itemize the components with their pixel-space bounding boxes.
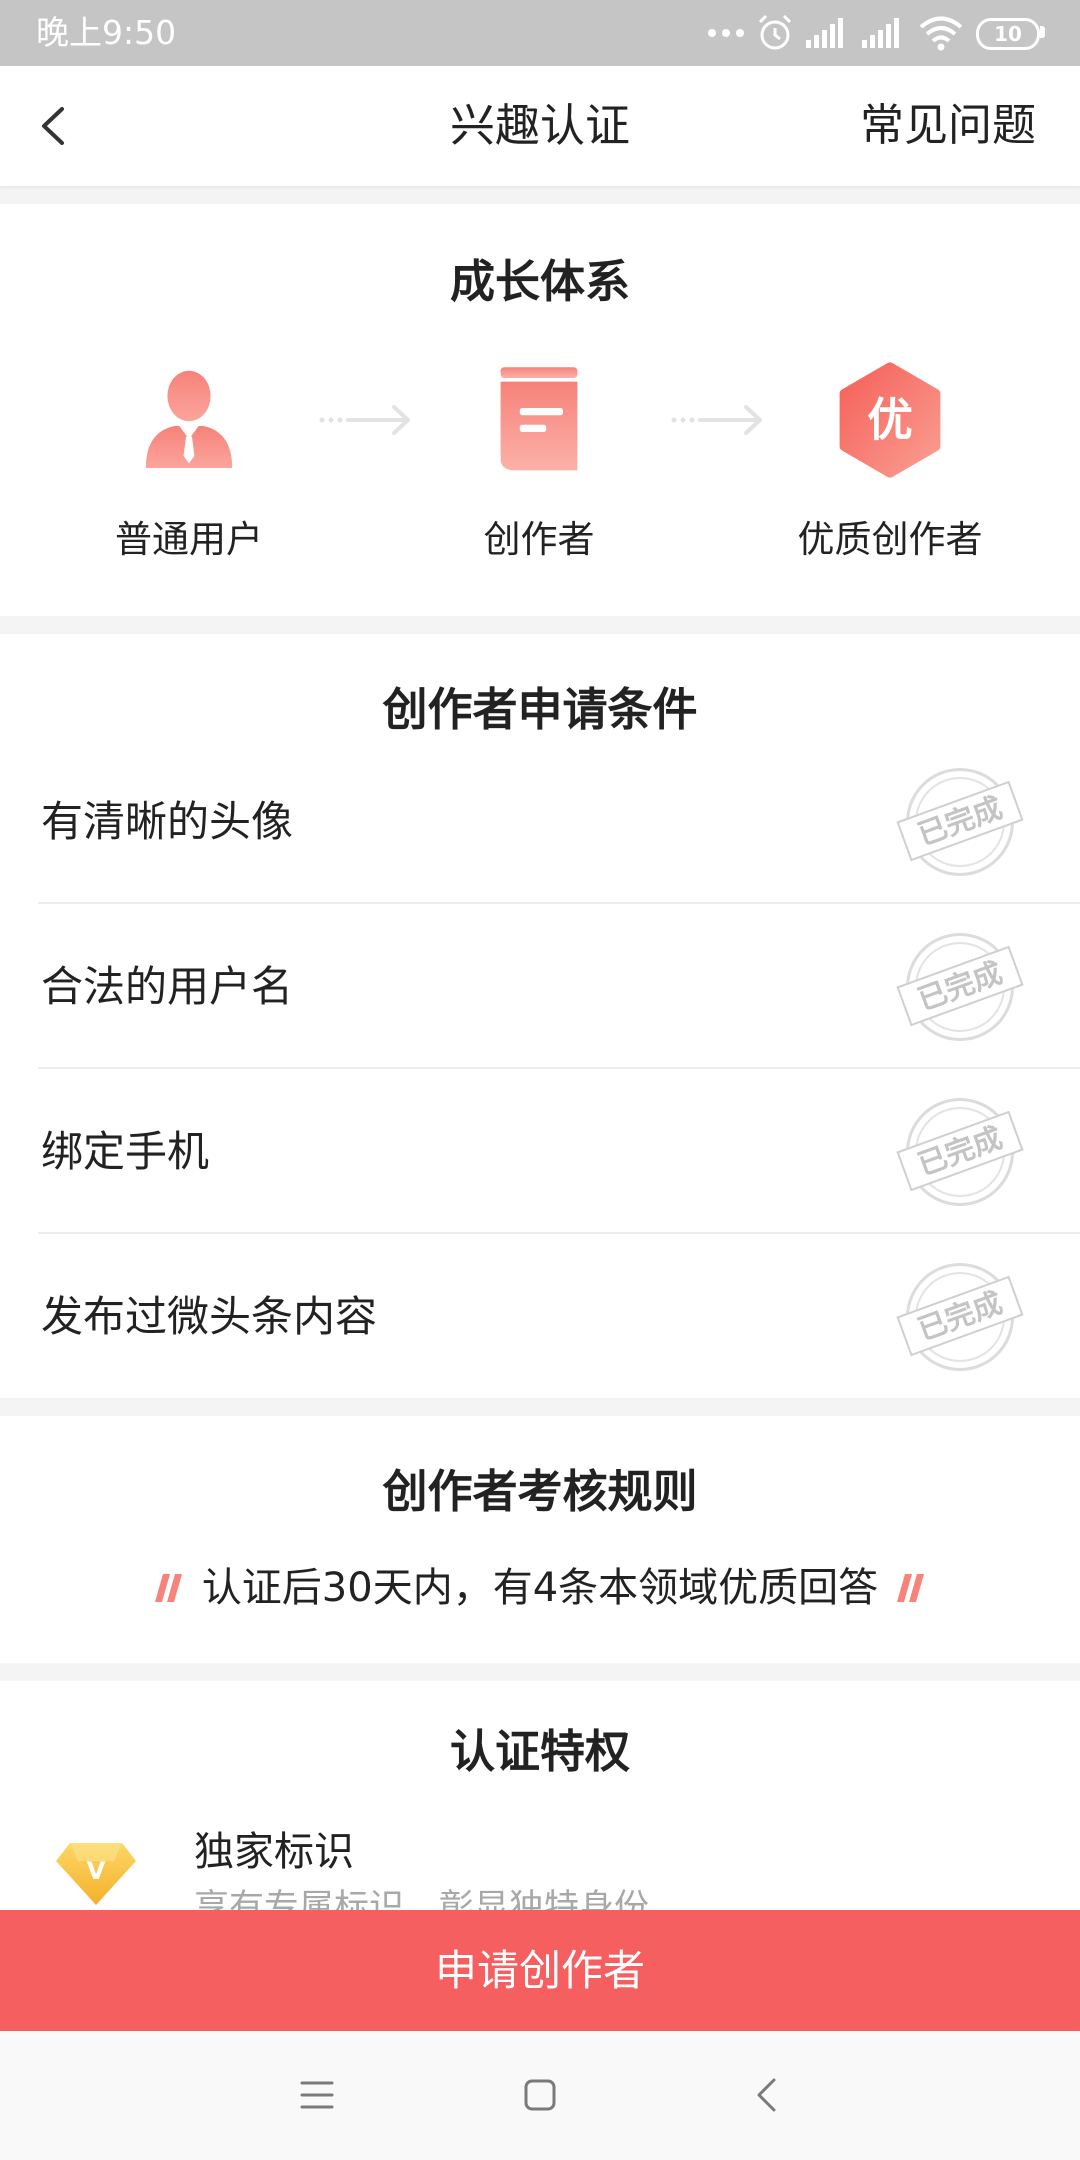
list-item: 发布过微头条内容 已完成 <box>0 1234 1080 1399</box>
stage-normal-user: 普通用户 <box>39 204 339 616</box>
condition-label: 有清晰的头像 <box>41 797 294 846</box>
condition-label: 合法的用户名 <box>41 962 294 1011</box>
stage-quality-creator: 优 优质创作者 <box>740 204 1040 616</box>
completed-stamp: 已完成 <box>896 766 1024 878</box>
battery-icon: 10 <box>976 18 1040 50</box>
condition-label: 绑定手机 <box>41 1127 210 1176</box>
slash-decoration-icon <box>154 1574 182 1602</box>
faq-link[interactable]: 常见问题 <box>860 66 1036 186</box>
completed-stamp: 已完成 <box>896 931 1024 1043</box>
page-title: 兴趣认证 <box>449 99 630 152</box>
completed-stamp: 已完成 <box>896 1096 1024 1208</box>
battery-nub <box>1040 26 1045 38</box>
document-icon <box>500 367 578 471</box>
conditions-section: 创作者申请条件 有清晰的头像 已完成 合法的用户名 已完成 绑定手机 已完成 发… <box>0 634 1080 1398</box>
growth-section: 成长体系 普通用户 创作者 优 优质创作者 <box>0 204 1080 616</box>
back-chevron-icon[interactable] <box>34 106 74 146</box>
completed-stamp: 已完成 <box>896 1261 1024 1373</box>
home-icon[interactable] <box>523 2078 557 2112</box>
status-bar: 晚上9:50 10 <box>0 0 1080 66</box>
stage-label: 创作者 <box>483 518 595 561</box>
menu-icon[interactable] <box>300 2077 334 2113</box>
stage-label: 优质创作者 <box>797 518 983 561</box>
privileges-title: 认证特权 <box>449 1725 630 1778</box>
diamond-icon: V <box>56 1843 136 1905</box>
more-dots-icon <box>708 29 744 37</box>
app-header: 兴趣认证 常见问题 <box>0 66 1080 186</box>
apply-creator-button[interactable]: 申请创作者 <box>0 1910 1080 2031</box>
slash-decoration-icon <box>897 1574 925 1602</box>
status-time: 晚上9:50 <box>36 13 177 52</box>
stage-creator: 创作者 <box>389 204 689 616</box>
list-item: 合法的用户名 已完成 <box>0 904 1080 1069</box>
list-item: 绑定手机 已完成 <box>0 1069 1080 1234</box>
rule-line: 认证后30天内，有4条本领域优质回答 <box>0 1558 1080 1618</box>
signal-icon <box>806 18 843 48</box>
wifi-icon <box>919 16 963 51</box>
conditions-title: 创作者申请条件 <box>382 683 698 736</box>
rules-title: 创作者考核规则 <box>382 1465 698 1518</box>
user-icon <box>145 370 233 468</box>
rules-section: 创作者考核规则 认证后30天内，有4条本领域优质回答 <box>0 1416 1080 1663</box>
quality-badge-icon: 优 <box>839 362 941 478</box>
privilege-title: 独家标识 <box>194 1829 354 1875</box>
alarm-icon <box>758 14 792 50</box>
back-icon[interactable] <box>752 2077 780 2113</box>
signal-icon-2 <box>862 18 899 48</box>
badge-text: 优 <box>867 394 913 447</box>
system-nav-bar <box>0 2031 1080 2160</box>
diamond-badge-text: V <box>87 1857 106 1885</box>
stage-label: 普通用户 <box>115 518 263 561</box>
rule-text: 认证后30天内，有4条本领域优质回答 <box>201 1565 879 1611</box>
condition-label: 发布过微头条内容 <box>41 1292 378 1341</box>
list-item: 有清晰的头像 已完成 <box>0 739 1080 904</box>
